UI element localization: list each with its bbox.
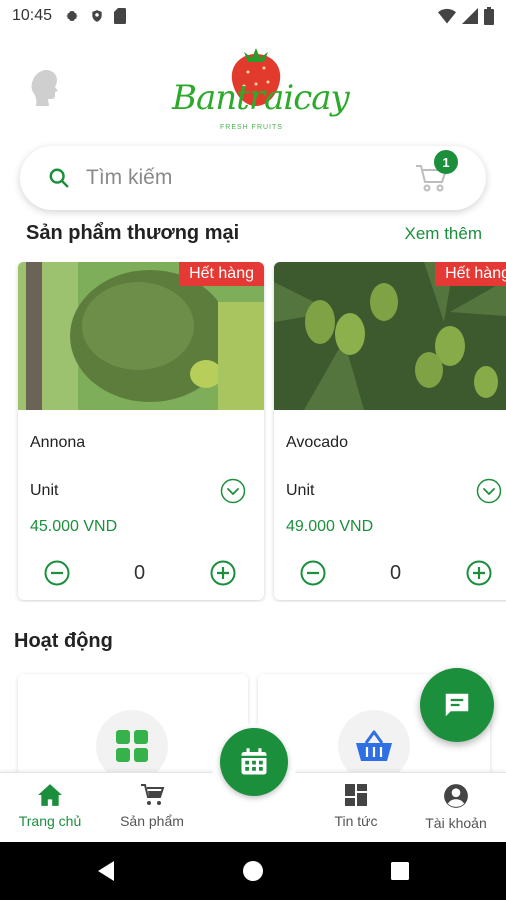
product-unit: Unit [30,482,59,499]
status-time: 10:45 [12,7,53,24]
see-more-link[interactable]: Xem thêm [405,224,482,244]
product-card[interactable]: Hết hàng Avocado Unit 49.000 VND 0 [274,262,506,600]
plus-icon[interactable] [210,560,236,586]
account-icon [444,784,468,808]
avatar-icon[interactable] [26,64,70,108]
dashboard-icon [345,784,367,806]
search-input[interactable] [86,166,386,190]
chat-button[interactable] [420,668,494,742]
status-bar: 10:45 [0,0,506,32]
search-bar[interactable]: 1 [20,146,486,210]
nav-label: Trang chủ [18,813,82,829]
calendar-button[interactable] [220,728,288,796]
back-icon[interactable] [94,859,118,883]
logo-text: Bantraicay [172,78,350,118]
product-list: Hết hàng Annona Unit 45.000 VND 0 Hết hà… [0,262,506,602]
logo-subtitle: FRESH FRUITS [220,124,283,131]
plus-icon[interactable] [466,560,492,586]
basket-icon [356,730,392,761]
product-name: Annona [30,434,86,451]
out-of-stock-badge: Hết hàng [435,262,506,286]
home-circle-icon[interactable] [241,859,265,883]
minus-icon[interactable] [300,560,326,586]
battery-icon [484,7,494,25]
signal-icon [462,8,478,24]
calendar-icon [241,748,267,775]
quantity-value: 0 [134,562,146,584]
grid-icon [116,730,148,762]
recents-icon[interactable] [388,859,412,883]
nav-products[interactable]: Sản phẩm [102,783,202,829]
sim-card-icon [114,8,127,24]
app-header: Bantraicay FRESH FRUITS [0,34,506,134]
nav-account[interactable]: Tài khoản [406,783,506,831]
product-name: Avocado [286,434,348,451]
minus-icon[interactable] [44,560,70,586]
chevron-down-icon[interactable] [476,478,502,504]
nav-label: Tài khoản [425,815,487,831]
nav-news[interactable]: Tin tức [306,783,406,829]
shield-icon [92,10,102,22]
activities-title: Hoạt động [14,630,113,652]
quantity-value: 0 [390,562,402,584]
product-price: 49.000 VND [286,518,374,535]
nav-home[interactable]: Trang chủ [0,783,100,829]
wifi-icon [438,8,456,24]
out-of-stock-badge: Hết hàng [179,262,264,286]
brand-logo: Bantraicay FRESH FRUITS [172,38,350,134]
chat-icon [445,693,469,717]
settings-icon [66,11,79,21]
product-card[interactable]: Hết hàng Annona Unit 45.000 VND 0 [18,262,264,600]
cart-count-badge: 1 [434,150,458,174]
home-icon [38,784,62,806]
nav-label: Tin tức [334,813,378,829]
product-price: 45.000 VND [30,518,118,535]
system-nav-bar [0,842,506,900]
section-title: Sản phẩm thương mại [26,222,240,244]
nav-label: Sản phẩm [120,813,184,829]
search-icon[interactable] [48,167,70,189]
chevron-down-icon[interactable] [220,478,246,504]
cart-icon [141,784,165,805]
product-unit: Unit [286,482,315,499]
